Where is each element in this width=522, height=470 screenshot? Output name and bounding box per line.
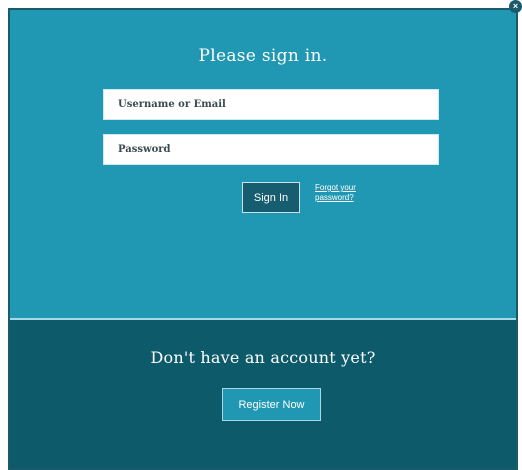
password-input[interactable]: [103, 134, 439, 165]
signin-button[interactable]: Sign In: [242, 182, 300, 213]
username-input[interactable]: [103, 89, 439, 120]
forgot-password-link[interactable]: Forgot your password?: [315, 183, 385, 203]
register-button[interactable]: Register Now: [222, 388, 321, 421]
signin-modal: Please sign in. Sign In Forgot your pass…: [8, 8, 518, 470]
signin-title: Please sign in.: [198, 46, 328, 66]
close-icon[interactable]: ×: [509, 0, 522, 13]
register-prompt: Don't have an account yet?: [150, 348, 376, 367]
signin-panel: Please sign in. Sign In Forgot your pass…: [10, 10, 516, 320]
